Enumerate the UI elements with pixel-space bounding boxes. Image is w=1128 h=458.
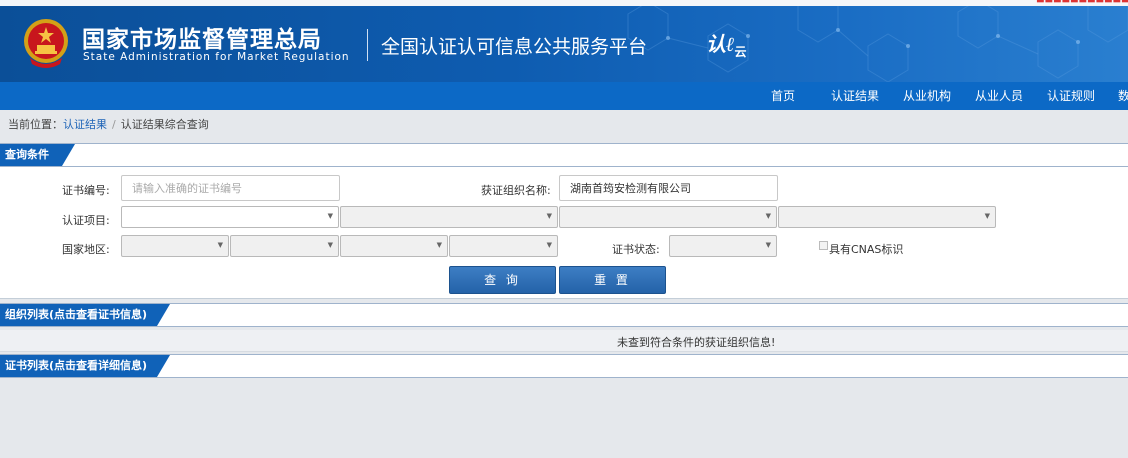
logo-sub: 云 [734, 45, 747, 59]
site-header: 国家市场监督管理总局 State Administration for Mark… [0, 6, 1128, 82]
status-select[interactable] [669, 235, 777, 257]
breadcrumb-prefix: 当前位置： [8, 118, 63, 131]
nav-cert-results[interactable]: 认证结果 [831, 82, 879, 110]
region-select-4[interactable] [449, 235, 558, 257]
project-select-3[interactable] [559, 206, 777, 228]
org-list-title: 组织列表(点击查看证书信息) [0, 304, 170, 326]
breadcrumb-current: 认证结果综合查询 [120, 118, 209, 131]
org-name-input[interactable] [559, 175, 778, 201]
agency-name-en: State Administration for Market Regulati… [83, 51, 350, 63]
cert-no-input[interactable] [121, 175, 340, 201]
logo-text: 认 [706, 32, 726, 56]
org-list-section-bar: 组织列表(点击查看证书信息) [0, 303, 1128, 327]
project-select-2[interactable] [340, 206, 558, 228]
renzheng-cloud-logo: 认ℓ云 [706, 28, 747, 59]
org-name-label: 获证组织名称: [481, 184, 551, 197]
cnas-label: 具有CNAS标识 [829, 243, 904, 256]
query-section-bar: 查询条件 [0, 143, 1128, 167]
nav-personnel[interactable]: 从业人员 [975, 82, 1023, 110]
empty-result-message: 未查到符合条件的获证组织信息! [617, 336, 776, 349]
project-label: 认证项目: [62, 214, 110, 227]
project-select-1[interactable] [121, 206, 339, 228]
cnas-checkbox[interactable] [819, 241, 828, 250]
query-section-title: 查询条件 [0, 144, 75, 166]
logo-swirl-icon: ℓ [726, 32, 735, 56]
cert-list-section-bar: 证书列表(点击查看详细信息) [0, 354, 1128, 378]
main-nav: 首页 认证结果 从业机构 从业人员 认证规则 数 [0, 82, 1128, 110]
reset-button[interactable]: 重 置 [559, 266, 666, 294]
project-select-4[interactable] [778, 206, 996, 228]
org-list-result: 未查到符合条件的获证组织信息! [0, 330, 1128, 352]
region-select-2[interactable] [230, 235, 339, 257]
nav-data-truncated[interactable]: 数 [1118, 82, 1128, 110]
top-right-link-fragment: ▬▬▬▬▬▬▬▬▬▬▬▬ [1036, 0, 1128, 3]
cert-no-label: 证书编号: [62, 184, 110, 197]
platform-title: 全国认证认可信息公共服务平台 [381, 36, 648, 58]
nav-home[interactable]: 首页 [771, 82, 795, 110]
breadcrumb-separator: / [112, 118, 116, 131]
nav-institutions[interactable]: 从业机构 [903, 82, 951, 110]
title-divider [367, 29, 368, 61]
search-button[interactable]: 查 询 [449, 266, 556, 294]
nav-cert-rules[interactable]: 认证规则 [1047, 82, 1095, 110]
hexagon-pattern-decoration [627, 6, 1128, 82]
status-label: 证书状态: [612, 243, 660, 256]
cert-list-title: 证书列表(点击查看详细信息) [0, 355, 170, 377]
national-emblem-icon [24, 19, 68, 68]
region-select-1[interactable] [121, 235, 229, 257]
agency-name-cn: 国家市场监督管理总局 [82, 27, 322, 53]
region-select-3[interactable] [340, 235, 448, 257]
breadcrumb: 当前位置：认证结果 / 认证结果综合查询 [8, 116, 209, 132]
breadcrumb-link-cert-results[interactable]: 认证结果 [63, 118, 107, 131]
region-label: 国家地区: [62, 243, 110, 256]
